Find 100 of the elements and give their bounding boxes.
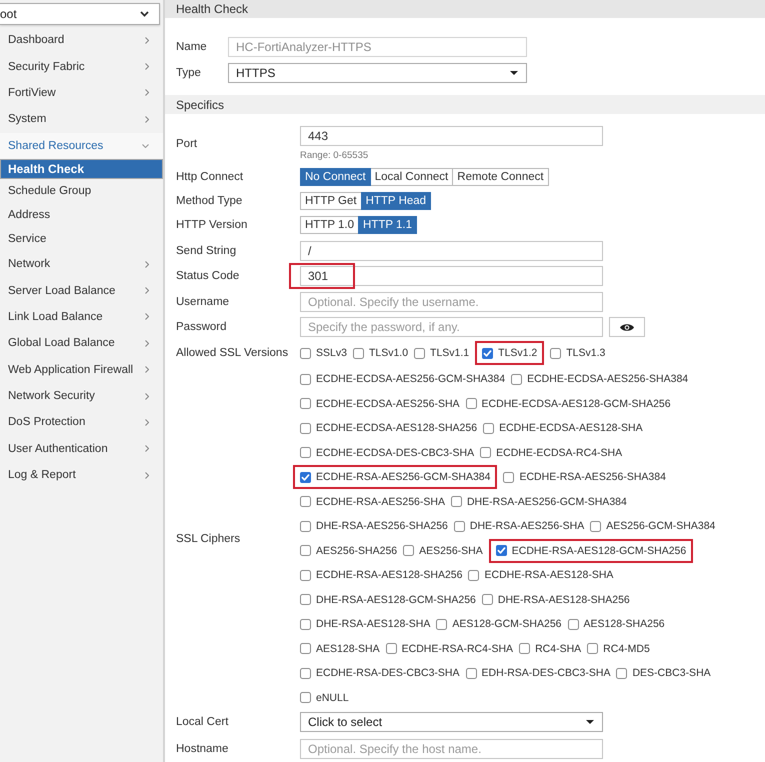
checkbox[interactable] <box>480 447 492 458</box>
sidebar-item[interactable]: Link Load Balance <box>0 304 163 330</box>
checkbox[interactable] <box>590 520 602 532</box>
cipher-option[interactable]: AES256-GCM-SHA384 <box>590 519 716 534</box>
checkbox[interactable] <box>466 668 477 679</box>
checkbox[interactable] <box>300 472 311 483</box>
sidebar-subitem[interactable]: Health Check <box>0 158 163 179</box>
send-string-field[interactable]: / <box>300 241 603 261</box>
cipher-option[interactable]: DHE-RSA-AES128-GCM-SHA256 <box>300 592 476 607</box>
checkbox[interactable] <box>300 447 311 458</box>
checkbox[interactable] <box>568 618 579 630</box>
ssl-version-option[interactable]: TLSv1.1 <box>414 346 470 360</box>
checkbox[interactable] <box>300 520 311 532</box>
checkbox[interactable] <box>403 545 414 556</box>
ssl-version-option[interactable]: TLSv1.0 <box>352 346 408 360</box>
checkbox[interactable] <box>300 668 311 679</box>
checkbox[interactable] <box>468 570 480 581</box>
checkbox[interactable] <box>300 570 311 581</box>
cipher-option[interactable]: ECDHE-ECDSA-AES256-SHA <box>300 396 460 411</box>
cipher-option[interactable]: RC4-MD5 <box>587 642 650 656</box>
checkbox[interactable] <box>300 374 311 385</box>
cipher-option[interactable]: RC4-SHA <box>519 642 582 656</box>
ssl-version-option[interactable]: TLSv1.3 <box>550 346 606 360</box>
sidebar-subitem[interactable]: Service <box>0 226 163 251</box>
show-password-button[interactable] <box>609 317 645 337</box>
local-cert-dropdown[interactable]: Click to select <box>300 712 603 732</box>
cipher-option[interactable]: AES256-SHA <box>403 544 483 558</box>
type-dropdown[interactable]: HTTPS <box>228 63 527 83</box>
checkbox[interactable] <box>450 496 462 508</box>
cipher-option[interactable]: ECDHE-RSA-AES128-GCM-SHA256 <box>488 538 694 563</box>
checkbox[interactable] <box>300 643 311 654</box>
segmented-option[interactable]: No Connect <box>300 168 371 186</box>
cipher-option[interactable]: DHE-RSA-AES256-SHA <box>454 519 584 534</box>
checkbox[interactable] <box>300 348 311 358</box>
sidebar-item[interactable]: Global Load Balance <box>0 330 163 357</box>
checkbox[interactable] <box>300 692 311 704</box>
cipher-option[interactable]: ECDHE-ECDSA-AES128-SHA256 <box>300 421 478 436</box>
sidebar-item[interactable]: Dashboard <box>0 27 163 54</box>
password-field[interactable]: Specify the password, if any. <box>300 317 603 337</box>
sidebar-item[interactable]: DoS Protection <box>0 409 163 436</box>
cipher-option[interactable]: DHE-RSA-AES256-GCM-SHA384 <box>450 494 627 509</box>
checkbox[interactable] <box>300 594 311 606</box>
checkbox[interactable] <box>386 643 397 654</box>
checkbox[interactable] <box>436 618 448 630</box>
cipher-option[interactable]: ECDHE-RSA-AES256-SHA384 <box>503 470 666 484</box>
checkbox[interactable] <box>300 545 311 556</box>
cipher-option[interactable]: AES128-SHA <box>300 642 380 656</box>
username-field[interactable]: Optional. Specify the username. <box>300 292 603 312</box>
sidebar-item[interactable]: System <box>0 106 163 133</box>
checkbox[interactable] <box>496 545 507 556</box>
cipher-option[interactable]: ECDHE-ECDSA-AES256-GCM-SHA384 <box>300 372 506 386</box>
cipher-option[interactable]: ECDHE-RSA-AES256-SHA <box>300 494 445 509</box>
checkbox[interactable] <box>587 643 598 654</box>
cipher-option[interactable]: ECDHE-ECDSA-AES128-GCM-SHA256 <box>466 396 671 411</box>
sidebar-item[interactable]: Web Application Firewall <box>0 356 163 383</box>
checkbox[interactable] <box>482 348 494 358</box>
sidebar-item[interactable]: Server Load Balance <box>0 277 163 304</box>
hostname-field[interactable]: Optional. Specify the host name. <box>300 739 603 759</box>
cipher-option[interactable]: DES-CBC3-SHA <box>616 666 711 680</box>
checkbox[interactable] <box>300 422 311 434</box>
sidebar-item[interactable]: Network <box>0 250 163 278</box>
sidebar-item[interactable]: Network Security <box>0 382 163 410</box>
cipher-option[interactable]: AES256-SHA256 <box>300 544 398 558</box>
sidebar-item[interactable]: FortiView <box>0 80 163 106</box>
ssl-version-option[interactable]: SSLv3 <box>300 346 347 360</box>
cipher-option[interactable]: DHE-RSA-AES128-SHA <box>300 617 430 632</box>
sidebar-subitem[interactable]: Address <box>0 202 163 227</box>
segmented-option[interactable]: HTTP Head <box>360 192 432 210</box>
segmented-option[interactable]: HTTP 1.1 <box>358 216 417 234</box>
port-field[interactable]: 443 <box>300 126 603 146</box>
cipher-option[interactable]: ECDHE-RSA-RC4-SHA <box>386 642 514 656</box>
cipher-option[interactable]: ECDHE-ECDSA-AES256-SHA384 <box>511 372 688 386</box>
cipher-option[interactable]: ECDHE-ECDSA-DES-CBC3-SHA <box>300 446 474 460</box>
sidebar-item[interactable]: Security Fabric <box>0 53 163 80</box>
cipher-option[interactable]: ECDHE-RSA-AES128-SHA256 <box>300 568 462 582</box>
checkbox[interactable] <box>616 668 628 679</box>
cipher-option[interactable]: DHE-RSA-AES256-SHA256 <box>300 519 448 534</box>
cipher-option[interactable]: ECDHE-RSA-DES-CBC3-SHA <box>300 666 460 680</box>
segmented-option[interactable]: HTTP Get <box>300 192 362 210</box>
checkbox[interactable] <box>482 594 493 606</box>
scope-dropdown[interactable]: oot <box>0 3 160 25</box>
checkbox[interactable] <box>414 348 426 358</box>
checkbox[interactable] <box>503 472 514 483</box>
checkbox[interactable] <box>511 374 522 385</box>
checkbox[interactable] <box>352 348 364 358</box>
cipher-option[interactable]: AES128-SHA256 <box>568 617 665 632</box>
sidebar-item[interactable]: Shared Resources <box>0 132 163 159</box>
sidebar-subitem[interactable]: Schedule Group <box>0 178 163 203</box>
segmented-option[interactable]: Local Connect <box>370 168 454 186</box>
cipher-option[interactable]: ECDHE-ECDSA-RC4-SHA <box>480 446 622 460</box>
cipher-option[interactable]: ECDHE-RSA-AES128-SHA <box>468 568 614 582</box>
cipher-option[interactable]: eNULL <box>300 690 349 705</box>
segmented-option[interactable]: Remote Connect <box>452 168 549 186</box>
segmented-option[interactable]: HTTP 1.0 <box>300 216 359 234</box>
cipher-option[interactable]: AES128-GCM-SHA256 <box>436 617 562 632</box>
sidebar-item[interactable]: Log & Report <box>0 462 163 488</box>
sidebar-item[interactable]: User Authentication <box>0 436 163 462</box>
checkbox[interactable] <box>519 643 530 654</box>
checkbox[interactable] <box>300 618 311 630</box>
cipher-option[interactable]: ECDHE-ECDSA-AES128-SHA <box>483 421 643 436</box>
